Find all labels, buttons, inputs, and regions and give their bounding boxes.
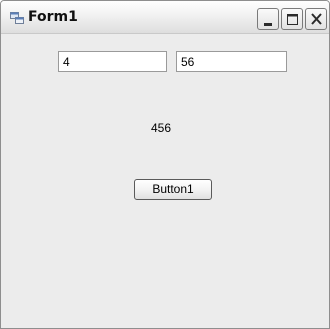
- result-label: 456: [151, 121, 172, 135]
- textbox1-input[interactable]: [58, 51, 167, 72]
- minimize-button[interactable]: [257, 8, 279, 30]
- close-button[interactable]: [305, 8, 327, 30]
- maximize-button[interactable]: [281, 8, 303, 30]
- maximize-icon: [287, 14, 298, 25]
- form1-window: Form1 456 Button1: [0, 0, 330, 329]
- title-bar[interactable]: Form1: [1, 1, 329, 34]
- form-window-icon: [10, 11, 24, 24]
- button1[interactable]: Button1: [134, 179, 212, 200]
- window-title: Form1: [28, 9, 78, 25]
- close-icon: [311, 13, 322, 25]
- minimize-icon: [264, 23, 272, 26]
- textbox2-input[interactable]: [176, 51, 287, 72]
